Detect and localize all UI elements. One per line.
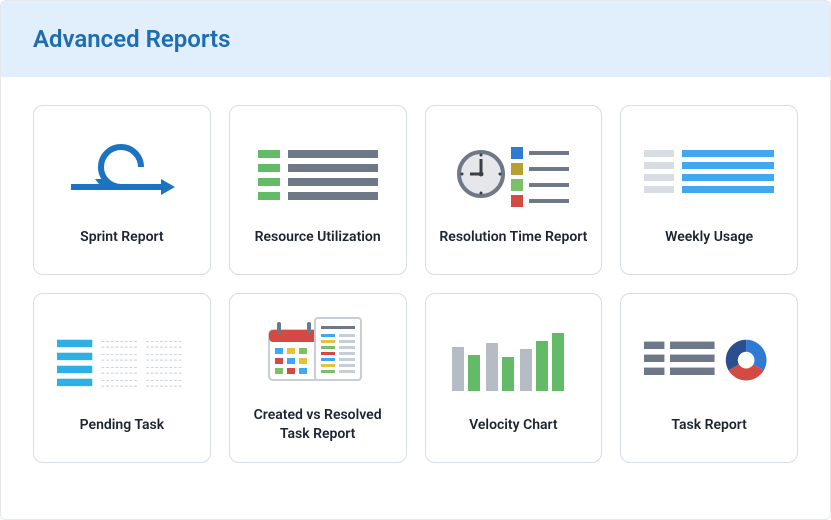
resolution-icon xyxy=(448,134,578,214)
card-label: Task Report xyxy=(671,416,747,435)
weekly-usage-icon xyxy=(644,134,774,214)
card-resource-utilization[interactable]: Resource Utilization xyxy=(229,105,407,275)
card-label: Resource Utilization xyxy=(255,228,381,247)
page-header: Advanced Reports xyxy=(1,1,830,77)
card-label: Resolution Time Report xyxy=(439,228,587,247)
resource-icon xyxy=(253,134,383,214)
card-task-report[interactable]: Task Report xyxy=(620,293,798,463)
card-label: Created vs Resolved Task Report xyxy=(240,406,396,444)
pending-task-icon xyxy=(57,322,187,402)
velocity-icon xyxy=(448,322,578,402)
card-label: Sprint Report xyxy=(80,228,163,247)
card-label: Weekly Usage xyxy=(665,228,753,247)
sprint-icon xyxy=(57,134,187,214)
card-weekly-usage[interactable]: Weekly Usage xyxy=(620,105,798,275)
card-resolution-time[interactable]: Resolution Time Report xyxy=(425,105,603,275)
card-label: Pending Task xyxy=(80,416,164,435)
card-velocity-chart[interactable]: Velocity Chart xyxy=(425,293,603,463)
card-label: Velocity Chart xyxy=(469,416,558,435)
task-report-icon xyxy=(644,322,774,402)
card-created-vs-resolved[interactable]: Created vs Resolved Task Report xyxy=(229,293,407,463)
card-pending-task[interactable]: Pending Task xyxy=(33,293,211,463)
reports-grid: Sprint Report Resource Utilization xyxy=(1,77,830,491)
created-resolved-icon xyxy=(253,312,383,392)
page-title: Advanced Reports xyxy=(33,25,798,53)
card-sprint-report[interactable]: Sprint Report xyxy=(33,105,211,275)
